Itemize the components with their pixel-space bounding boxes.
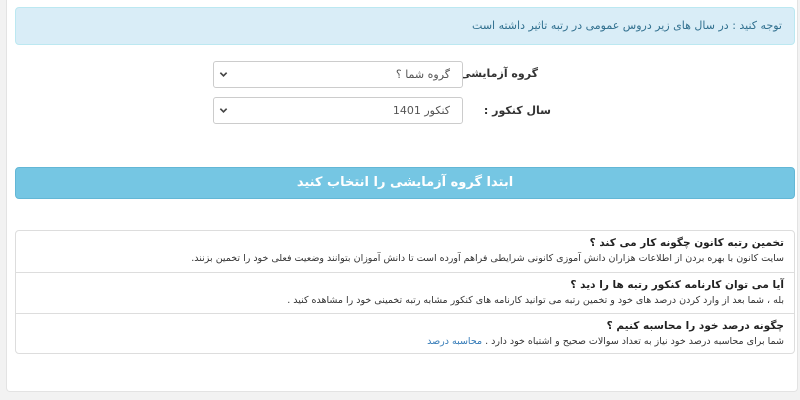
faq-answer: بله ، شما بعد از وارد کردن درصد های خود …	[287, 295, 784, 306]
group-select[interactable]: گروه شما ؟	[213, 61, 463, 88]
faq-answer-text: شما برای محاسبه درصد خود نیاز به تعداد س…	[485, 336, 784, 347]
faq-answer: شما برای محاسبه درصد خود نیاز به تعداد س…	[16, 335, 784, 349]
faq-question: چگونه درصد خود را محاسبه کنیم ؟	[606, 320, 784, 332]
group-select-value: گروه شما ؟	[395, 68, 450, 81]
faq-item: تخمین رتبه کانون چگونه کار می کند ؟ سایت…	[16, 231, 794, 272]
page: توجه کنید : در سال های زیر دروس عمومی در…	[0, 0, 800, 400]
year-label: سال کنکور :	[483, 104, 551, 117]
faq-question: تخمین رتبه کانون چگونه کار می کند ؟	[589, 237, 784, 249]
group-label: گروه آزمایشی :	[451, 67, 538, 80]
year-select[interactable]: کنکور 1401	[213, 97, 463, 124]
chevron-down-icon	[219, 72, 228, 77]
year-select-value: کنکور 1401	[392, 104, 450, 117]
faq-list: تخمین رتبه کانون چگونه کار می کند ؟ سایت…	[15, 230, 795, 354]
faq-question: آیا می توان کارنامه کنکور رتبه ها را دید…	[570, 279, 784, 291]
notice-alert: توجه کنید : در سال های زیر دروس عمومی در…	[15, 7, 795, 45]
faq-item: آیا می توان کارنامه کنکور رتبه ها را دید…	[16, 272, 794, 313]
select-group-button[interactable]: ابتدا گروه آزمایشی را انتخاب کنید	[15, 167, 795, 199]
calculate-percent-link[interactable]: محاسبه درصد	[427, 336, 482, 347]
faq-item: چگونه درصد خود را محاسبه کنیم ؟ شما برای…	[16, 313, 794, 353]
notice-text: توجه کنید : در سال های زیر دروس عمومی در…	[472, 19, 782, 32]
chevron-down-icon	[219, 108, 228, 113]
faq-answer: سایت کانون با بهره بردن از اطلاعات هزارا…	[191, 253, 784, 264]
